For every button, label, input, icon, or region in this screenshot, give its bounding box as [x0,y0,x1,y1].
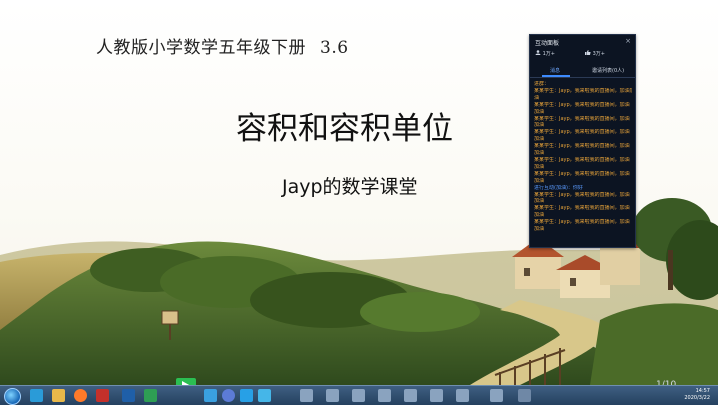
chat-message: 进群： [534,81,550,87]
cloud-icon[interactable] [258,389,271,402]
course-header: 人教版小学数学五年级下册 3.6 [96,33,349,58]
settings-icon[interactable] [490,389,503,402]
course-name: 人教版小学数学五年级下册 [96,38,306,58]
chat-message: 加油 [534,150,545,157]
highlighter-icon[interactable] [430,389,443,402]
like-count: 3万+ [585,50,605,57]
chat-message: 某某学生：Jayp，我来啦我的直播间，加油 [534,156,630,163]
chat-panel-stats: 1万+ 3万+ [535,50,630,60]
chat-message: 某某学生：Jayp，我来啦我的直播间，加油 [534,205,630,212]
chat-message: 某某学生：Jayp，我来啦我的直播间，加油 [534,101,630,108]
close-icon[interactable]: × [625,37,631,45]
pointer-icon[interactable] [352,389,365,402]
chat-message: 加油 [534,198,545,205]
word-icon[interactable] [122,389,135,402]
tab-invite-list[interactable]: 邀请列表(0人) [592,67,624,74]
chat-message: 某某学生：Jayp，我来啦我的直播间，加油加 [534,87,632,94]
chat-message: 油 [534,94,540,101]
chat-message: 某某学生：Jayp，我来啦我的直播间，加油 [534,191,630,198]
active-tab-indicator [542,75,570,77]
pen-tool-icon[interactable] [300,389,313,402]
chat-panel-title: 互动面板 [535,40,560,47]
eraser-icon[interactable] [326,389,339,402]
chat-message: 某某学生：Jayp，我来啦我的直播间，加油 [534,129,630,136]
chat-message: 加油 [534,226,545,233]
media-icon[interactable] [96,389,109,402]
chat-message: 加油 [534,212,545,219]
slide-title: 容积和容积单位 [236,111,453,147]
chat-message: 加油 [534,122,545,129]
start-button[interactable] [4,388,21,405]
chat-message: 某某学生：Jayp，我来啦我的直播间，加油 [534,143,630,150]
chat-message: 加油 [534,108,545,115]
screen-icon[interactable] [518,389,531,402]
chat-message: 某某学生：Jayp，我来啦我的直播间，加油 [534,219,630,226]
text-tool-icon[interactable] [404,389,417,402]
chat-app-icon[interactable] [204,389,217,402]
viewer-count: 1万+ [535,50,555,57]
firefox-icon[interactable] [74,389,87,402]
excel-icon[interactable] [144,389,157,402]
taskbar: 14:57 2020/3/22 [0,385,718,405]
chat-message: 加油 [534,177,545,184]
clock-date: 2020/3/22 [684,395,710,401]
message-list[interactable]: 进群： 某某学生：Jayp，我来啦我的直播间，加油加油某某学生：Jayp，我来啦我… [534,81,632,244]
folder-icon[interactable] [52,389,65,402]
clock-time: 14:57 [695,388,710,394]
slide-subtitle: Jayp的数学课堂 [282,176,418,198]
recorder-icon[interactable] [222,389,235,402]
shapes-icon[interactable] [378,389,391,402]
chat-message: 某某学生：Jayp，我来啦我的直播间，加油 [534,170,630,177]
viewer-count-value: 1万+ [542,51,555,57]
zoom-icon[interactable] [456,389,469,402]
chat-message: 加油 [534,163,545,170]
thumbs-up-icon [585,50,591,55]
chat-panel-tabs: 消息 邀请列表(0人) [530,65,635,78]
chat-message: 进行互动(加油)：你好 [534,184,583,191]
chat-panel[interactable]: 互动面板 × 1万+ 3万+ 消息 邀请列表(0人) 进群： 某某学生：Jayp，… [529,34,636,248]
slide-canvas: 人教版小学数学五年级下册 3.6 容积和容积单位 Jayp的数学课堂 互动面板 ×… [0,0,718,385]
system-clock[interactable]: 14:57 2020/3/22 [684,388,710,402]
lesson-number: 3.6 [320,38,349,58]
chat-message: 某某学生：Jayp，我来啦我的直播间，加油 [534,115,630,122]
qq-icon[interactable] [240,389,253,402]
chat-message: 加油 [534,136,545,143]
tab-messages[interactable]: 消息 [550,67,560,74]
like-count-value: 3万+ [592,51,605,57]
user-icon [535,50,541,55]
browser-icon[interactable] [30,389,43,402]
